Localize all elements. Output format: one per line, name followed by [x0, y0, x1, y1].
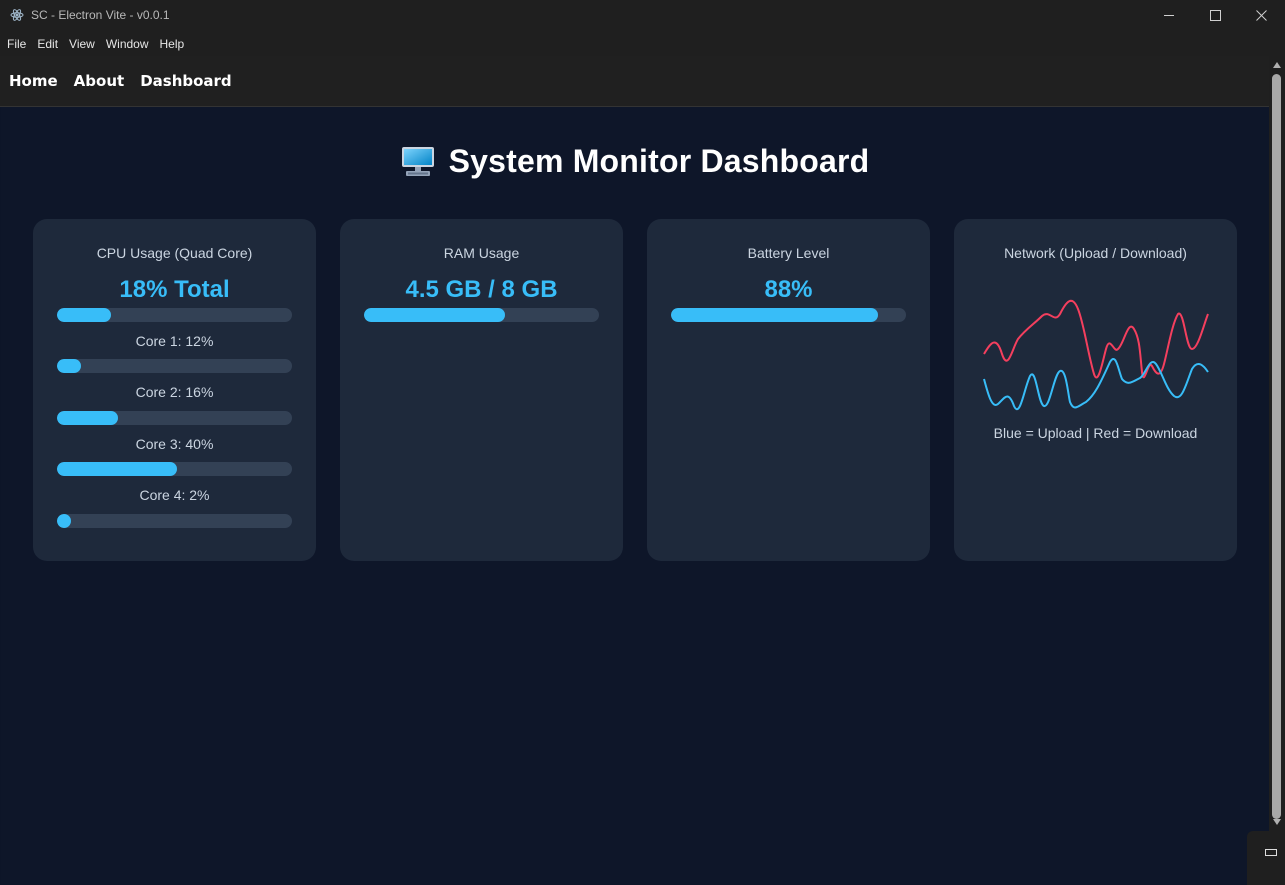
battery-bar-fill — [671, 308, 878, 322]
menu-file[interactable]: File — [7, 37, 26, 51]
minimize-icon — [1163, 15, 1174, 16]
nav-about-link[interactable]: About — [74, 72, 125, 90]
menu-view[interactable]: View — [69, 37, 95, 51]
ram-bar-fill — [364, 308, 505, 322]
window-title: SC - Electron Vite - v0.0.1 — [31, 8, 170, 22]
battery-card-title: Battery Level — [747, 245, 830, 261]
menu-edit[interactable]: Edit — [37, 37, 58, 51]
maximize-button[interactable] — [1192, 0, 1238, 31]
nav-home-link[interactable]: Home — [9, 72, 58, 90]
core-2-bar-fill — [57, 411, 119, 425]
network-chart — [983, 299, 1209, 410]
maximize-icon — [1209, 10, 1221, 21]
core-3-bar-fill — [57, 462, 177, 476]
core-1-bar — [57, 359, 292, 373]
app-nav: Home About Dashboard — [0, 56, 1269, 107]
download-line — [983, 299, 1209, 379]
battery-icon — [1265, 849, 1277, 856]
window-titlebar: SC - Electron Vite - v0.0.1 — [0, 0, 1285, 31]
core-3-label: Core 3: 40% — [135, 436, 214, 452]
dashboard-content: System Monitor Dashboard CPU Usage (Quad… — [1, 107, 1269, 884]
network-card: Network (Upload / Download) Blue = Uploa… — [954, 219, 1237, 561]
scroll-up-icon[interactable] — [1273, 62, 1281, 68]
scrollbar-thumb[interactable] — [1272, 74, 1281, 819]
close-button[interactable] — [1238, 0, 1284, 31]
ram-card-title: RAM Usage — [443, 245, 520, 261]
core-4-label: Core 4: 2% — [139, 487, 210, 503]
core-2-label: Core 2: 16% — [135, 384, 214, 400]
nav-dashboard-link[interactable]: Dashboard — [140, 72, 231, 90]
core-2-bar — [57, 411, 292, 425]
core-4-bar — [57, 514, 292, 528]
core-1-bar-fill — [57, 359, 81, 373]
cpu-total-bar-fill — [57, 308, 112, 322]
cpu-total-value: 18% Total — [119, 276, 230, 303]
cpu-card-title: CPU Usage (Quad Core) — [96, 245, 253, 261]
page-title: System Monitor Dashboard — [448, 143, 870, 179]
electron-app-icon — [10, 9, 24, 21]
ram-bar — [364, 308, 599, 322]
battery-bar — [671, 308, 906, 322]
desktop-computer-icon — [401, 146, 434, 176]
system-tray-corner[interactable] — [1247, 831, 1285, 885]
vertical-scrollbar[interactable] — [1269, 56, 1285, 831]
battery-value: 88% — [764, 276, 813, 303]
upload-line — [983, 358, 1209, 410]
scroll-down-icon[interactable] — [1273, 819, 1281, 825]
core-3-bar — [57, 462, 292, 476]
menu-help[interactable]: Help — [160, 37, 185, 51]
ram-value: 4.5 GB / 8 GB — [405, 276, 558, 303]
network-legend-caption: Blue = Upload | Red = Download — [993, 425, 1198, 441]
minimize-button[interactable] — [1146, 0, 1192, 31]
close-icon — [1255, 10, 1267, 21]
core-1-label: Core 1: 12% — [135, 333, 214, 349]
ram-card: RAM Usage 4.5 GB / 8 GB — [340, 219, 623, 561]
cpu-card: CPU Usage (Quad Core) 18% Total Core 1: … — [33, 219, 316, 561]
network-card-title: Network (Upload / Download) — [1004, 245, 1187, 261]
menu-bar: File Edit View Window Help — [0, 31, 1285, 56]
battery-card: Battery Level 88% — [647, 219, 930, 561]
menu-window[interactable]: Window — [106, 37, 149, 51]
core-4-bar-fill — [57, 514, 72, 528]
cpu-total-bar — [57, 308, 292, 322]
page-heading: System Monitor Dashboard — [1, 143, 1269, 180]
